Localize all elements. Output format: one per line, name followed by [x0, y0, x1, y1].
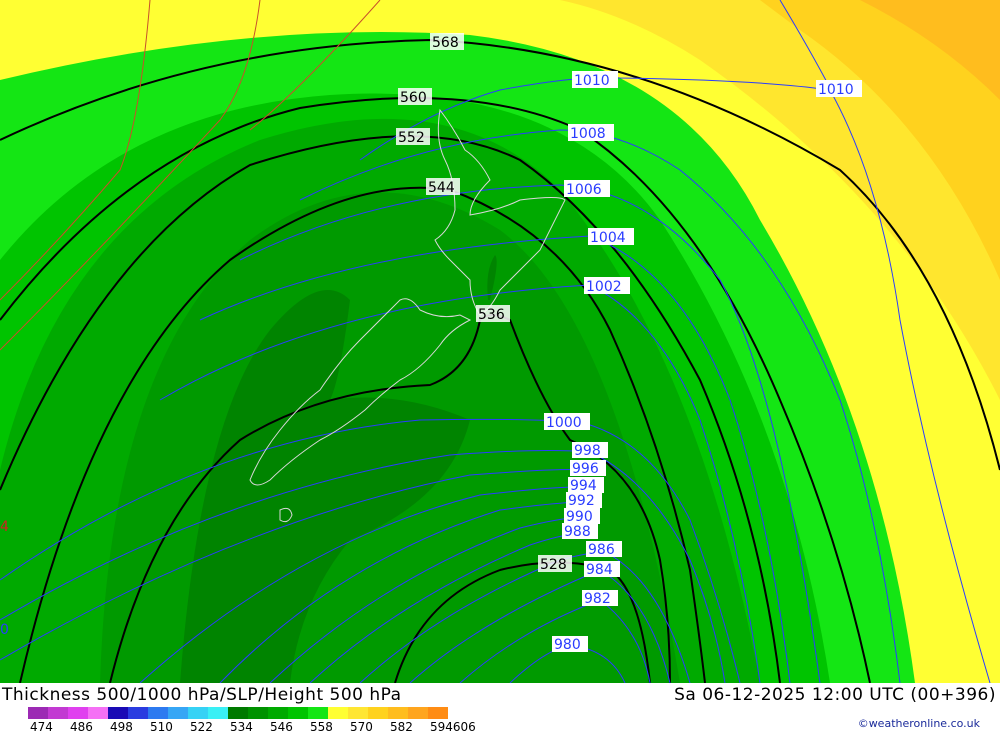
color-scale-label: 510: [150, 720, 173, 734]
color-swatch: [28, 707, 48, 719]
color-scale-label: 522: [190, 720, 213, 734]
edge-label-left-red: 4: [0, 519, 9, 535]
pressure-label-980: 980: [554, 637, 581, 653]
color-swatch: [348, 707, 368, 719]
color-scale-label: 474: [30, 720, 53, 734]
thickness-map: 568 560 552 544 536 528 1010 1010 1008 1…: [0, 0, 1000, 683]
color-scale: [28, 707, 448, 719]
color-swatch: [308, 707, 328, 719]
pressure-label-1010-b: 1010: [818, 82, 854, 98]
pressure-label-1010-a: 1010: [574, 73, 610, 89]
color-scale-label: 570: [350, 720, 373, 734]
height-label-528: 528: [540, 557, 567, 573]
height-label-544: 544: [428, 180, 455, 196]
color-swatch: [228, 707, 248, 719]
color-scale-label: 546: [270, 720, 293, 734]
color-scale-label: 594606: [430, 720, 476, 734]
pressure-label-992: 992: [568, 493, 595, 509]
edge-label-left-blue: 0: [0, 622, 9, 638]
valid-time: Sa 06-12-2025 12:00 UTC (00+396): [674, 685, 996, 705]
color-swatch: [248, 707, 268, 719]
color-swatch: [288, 707, 308, 719]
color-scale-labels: 474 486 498 510 522 534 546 558 570 582 594606: [30, 720, 476, 734]
color-swatch: [68, 707, 88, 719]
color-scale-label: 498: [110, 720, 133, 734]
color-swatch: [128, 707, 148, 719]
map-footer: Thickness 500/1000 hPa/SLP/Height 500 hP…: [0, 683, 1000, 734]
color-swatch: [148, 707, 168, 719]
color-swatch: [428, 707, 448, 719]
color-swatch: [88, 707, 108, 719]
credit-link[interactable]: ©weatheronline.co.uk: [858, 717, 980, 730]
pressure-label-1006: 1006: [566, 182, 602, 198]
height-label-568: 568: [432, 35, 459, 51]
color-swatch: [48, 707, 68, 719]
color-swatch: [328, 707, 348, 719]
pressure-label-1004: 1004: [590, 230, 626, 246]
color-scale-label: 558: [310, 720, 333, 734]
height-label-552: 552: [398, 130, 425, 146]
pressure-label-1002: 1002: [586, 279, 622, 295]
pressure-label-986: 986: [588, 542, 615, 558]
color-swatch: [208, 707, 228, 719]
pressure-label-988: 988: [564, 524, 591, 540]
map-title: Thickness 500/1000 hPa/SLP/Height 500 hP…: [2, 685, 402, 705]
pressure-label-994: 994: [570, 478, 597, 494]
height-label-560: 560: [400, 90, 427, 106]
color-swatch: [368, 707, 388, 719]
pressure-label-990: 990: [566, 509, 593, 525]
pressure-label-982: 982: [584, 591, 611, 607]
color-swatch: [408, 707, 428, 719]
pressure-label-1000: 1000: [546, 415, 582, 431]
color-swatch: [388, 707, 408, 719]
color-swatch: [108, 707, 128, 719]
color-swatch: [168, 707, 188, 719]
pressure-label-984: 984: [586, 562, 613, 578]
pressure-label-1008: 1008: [570, 126, 606, 142]
color-swatch: [188, 707, 208, 719]
pressure-label-996: 996: [572, 461, 599, 477]
color-scale-label: 534: [230, 720, 253, 734]
color-scale-label: 486: [70, 720, 93, 734]
color-scale-label: 582: [390, 720, 413, 734]
pressure-label-998: 998: [574, 443, 601, 459]
height-label-536: 536: [478, 307, 505, 323]
color-swatch: [268, 707, 288, 719]
